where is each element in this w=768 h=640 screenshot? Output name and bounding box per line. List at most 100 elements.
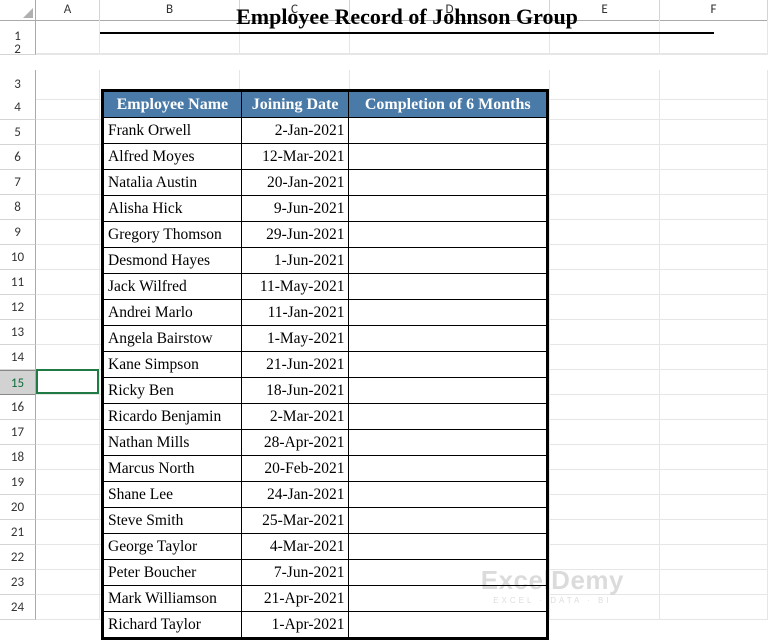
cell-E10[interactable]: [550, 245, 660, 270]
column-header-F[interactable]: F: [660, 0, 768, 21]
cell-E6[interactable]: [550, 145, 660, 170]
row-header-2[interactable]: 2: [0, 45, 36, 55]
joining-date-cell[interactable]: 24-Jan-2021: [241, 482, 349, 508]
joining-date-cell[interactable]: 28-Apr-2021: [241, 430, 349, 456]
employee-name-cell[interactable]: Peter Boucher: [104, 560, 242, 586]
cell-A7[interactable]: [36, 170, 100, 195]
cell-F11[interactable]: [660, 270, 768, 295]
cell-F4[interactable]: [660, 95, 768, 120]
column-header-D[interactable]: D: [350, 0, 550, 21]
cell-A16[interactable]: [36, 395, 100, 420]
completion-cell[interactable]: [349, 430, 547, 456]
cell-A8[interactable]: [36, 195, 100, 220]
cell-F15[interactable]: [660, 370, 768, 395]
cell-D2[interactable]: [350, 45, 550, 55]
cell-F9[interactable]: [660, 220, 768, 245]
row-header-7[interactable]: 7: [0, 170, 36, 195]
cell-A17[interactable]: [36, 420, 100, 445]
cell-F2[interactable]: [660, 45, 768, 55]
employee-name-cell[interactable]: Frank Orwell: [104, 118, 242, 144]
row-header-5[interactable]: 5: [0, 120, 36, 145]
employee-name-cell[interactable]: Steve Smith: [104, 508, 242, 534]
column-header-C[interactable]: C: [240, 0, 350, 21]
employee-name-cell[interactable]: Marcus North: [104, 456, 242, 482]
completion-cell[interactable]: [349, 508, 547, 534]
cell-A18[interactable]: [36, 445, 100, 470]
employee-name-cell[interactable]: George Taylor: [104, 534, 242, 560]
cell-A15[interactable]: [36, 370, 100, 395]
row-header-16[interactable]: 16: [0, 395, 36, 420]
employee-name-cell[interactable]: Angela Bairstow: [104, 326, 242, 352]
cell-A21[interactable]: [36, 520, 100, 545]
cell-F6[interactable]: [660, 145, 768, 170]
cell-E7[interactable]: [550, 170, 660, 195]
cell-A20[interactable]: [36, 495, 100, 520]
cell-A13[interactable]: [36, 320, 100, 345]
joining-date-cell[interactable]: 11-May-2021: [241, 274, 349, 300]
employee-name-cell[interactable]: Natalia Austin: [104, 170, 242, 196]
completion-cell[interactable]: [349, 196, 547, 222]
column-header-A[interactable]: A: [36, 0, 100, 21]
completion-cell[interactable]: [349, 118, 547, 144]
cell-E18[interactable]: [550, 445, 660, 470]
cell-F19[interactable]: [660, 470, 768, 495]
completion-cell[interactable]: [349, 274, 547, 300]
column-header-B[interactable]: B: [100, 0, 240, 21]
employee-name-cell[interactable]: Gregory Thomson: [104, 222, 242, 248]
joining-date-cell[interactable]: 2-Jan-2021: [241, 118, 349, 144]
employee-name-cell[interactable]: Andrei Marlo: [104, 300, 242, 326]
row-header-24[interactable]: 24: [0, 595, 36, 620]
cell-E9[interactable]: [550, 220, 660, 245]
row-header-12[interactable]: 12: [0, 295, 36, 320]
cell-F23[interactable]: [660, 570, 768, 595]
cell-E16[interactable]: [550, 395, 660, 420]
cell-A9[interactable]: [36, 220, 100, 245]
joining-date-cell[interactable]: 18-Jun-2021: [241, 378, 349, 404]
cell-F14[interactable]: [660, 345, 768, 370]
cell-E19[interactable]: [550, 470, 660, 495]
cell-F24[interactable]: [660, 595, 768, 620]
cell-F8[interactable]: [660, 195, 768, 220]
cell-F20[interactable]: [660, 495, 768, 520]
row-header-18[interactable]: 18: [0, 445, 36, 470]
row-header-23[interactable]: 23: [0, 570, 36, 595]
joining-date-cell[interactable]: 11-Jan-2021: [241, 300, 349, 326]
joining-date-cell[interactable]: 9-Jun-2021: [241, 196, 349, 222]
employee-name-cell[interactable]: Alisha Hick: [104, 196, 242, 222]
cell-A2[interactable]: [36, 45, 100, 55]
cell-F5[interactable]: [660, 120, 768, 145]
completion-cell[interactable]: [349, 222, 547, 248]
cell-A22[interactable]: [36, 545, 100, 570]
cell-E20[interactable]: [550, 495, 660, 520]
cell-E4[interactable]: [550, 95, 660, 120]
completion-cell[interactable]: [349, 378, 547, 404]
completion-cell[interactable]: [349, 326, 547, 352]
row-header-17[interactable]: 17: [0, 420, 36, 445]
select-all-corner[interactable]: [0, 0, 36, 21]
cell-A14[interactable]: [36, 345, 100, 370]
cell-E17[interactable]: [550, 420, 660, 445]
cell-E12[interactable]: [550, 295, 660, 320]
cell-E5[interactable]: [550, 120, 660, 145]
cell-A6[interactable]: [36, 145, 100, 170]
row-header-22[interactable]: 22: [0, 545, 36, 570]
joining-date-cell[interactable]: 1-May-2021: [241, 326, 349, 352]
joining-date-cell[interactable]: 21-Jun-2021: [241, 352, 349, 378]
employee-name-cell[interactable]: Ricardo Benjamin: [104, 404, 242, 430]
cell-E13[interactable]: [550, 320, 660, 345]
completion-cell[interactable]: [349, 534, 547, 560]
cell-A5[interactable]: [36, 120, 100, 145]
cell-E14[interactable]: [550, 345, 660, 370]
row-header-8[interactable]: 8: [0, 195, 36, 220]
cell-A12[interactable]: [36, 295, 100, 320]
cell-F13[interactable]: [660, 320, 768, 345]
cell-E21[interactable]: [550, 520, 660, 545]
column-header-E[interactable]: E: [550, 0, 660, 21]
row-header-6[interactable]: 6: [0, 145, 36, 170]
cell-A19[interactable]: [36, 470, 100, 495]
completion-cell[interactable]: [349, 300, 547, 326]
cell-F7[interactable]: [660, 170, 768, 195]
cell-A4[interactable]: [36, 95, 100, 120]
cell-E2[interactable]: [550, 45, 660, 55]
cell-E15[interactable]: [550, 370, 660, 395]
